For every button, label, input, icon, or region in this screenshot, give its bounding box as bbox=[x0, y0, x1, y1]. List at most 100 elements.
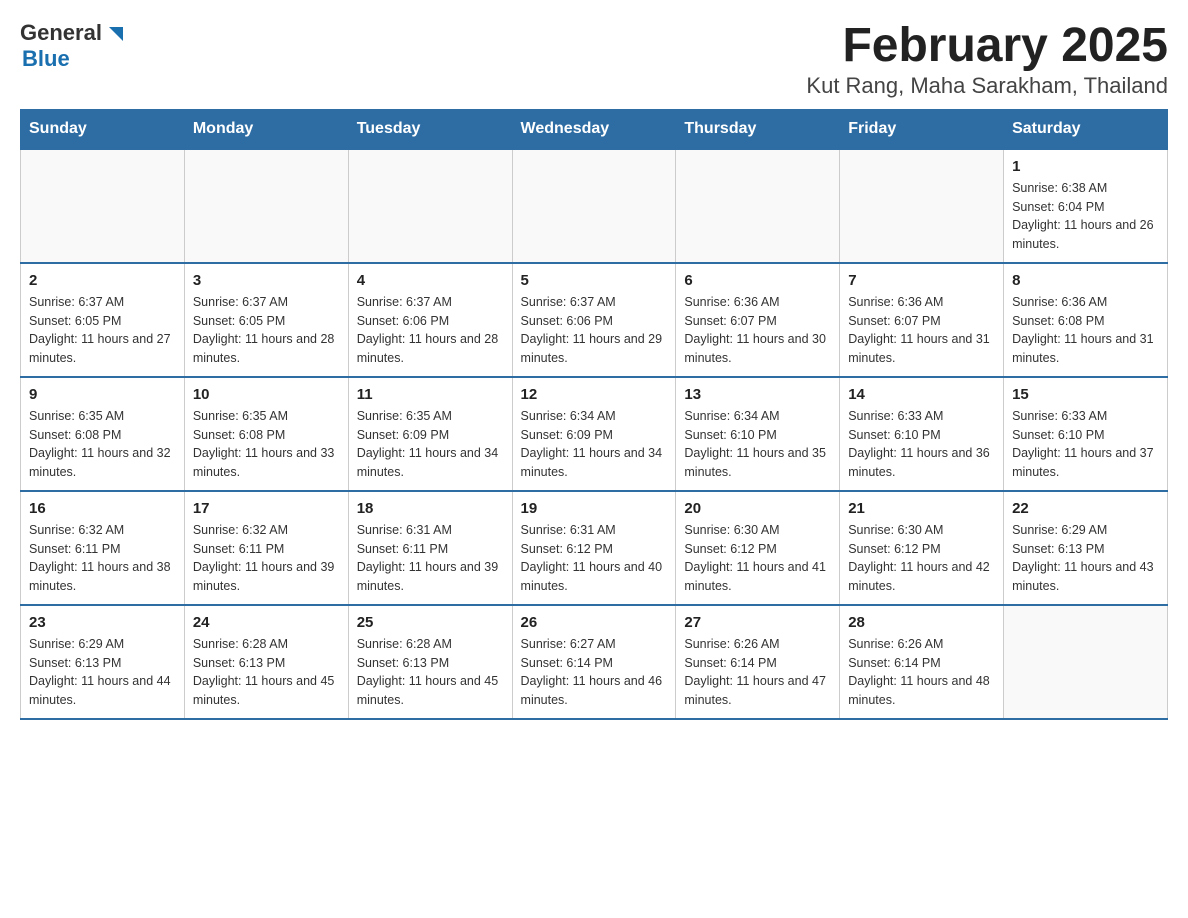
day-number: 13 bbox=[684, 386, 831, 403]
day-info: Sunrise: 6:28 AMSunset: 6:13 PMDaylight:… bbox=[357, 635, 504, 710]
day-number: 25 bbox=[357, 614, 504, 631]
table-row: 19 Sunrise: 6:31 AMSunset: 6:12 PMDayligh… bbox=[512, 491, 676, 605]
day-number: 14 bbox=[848, 386, 995, 403]
calendar-week-row: 23Sunrise: 6:29 AMSunset: 6:13 PMDayligh… bbox=[21, 605, 1168, 719]
table-row: 4Sunrise: 6:37 AMSunset: 6:06 PMDaylight… bbox=[348, 263, 512, 377]
day-info: Sunrise: 6:37 AMSunset: 6:05 PMDaylight:… bbox=[193, 293, 340, 368]
day-info: Sunrise: 6:30 AMSunset: 6:12 PMDaylight:… bbox=[684, 521, 831, 596]
day-info: Sunrise: 6:32 AMSunset: 6:11 PMDaylight:… bbox=[29, 521, 176, 596]
table-row: 27 Sunrise: 6:26 AMSunset: 6:14 PMDayligh… bbox=[676, 605, 840, 719]
day-info: Sunrise: 6:31 AMSunset: 6:11 PMDaylight:… bbox=[357, 521, 504, 596]
table-row: 28 Sunrise: 6:26 AMSunset: 6:14 PMDayligh… bbox=[840, 605, 1004, 719]
table-row: 11Sunrise: 6:35 AMSunset: 6:09 PMDayligh… bbox=[348, 377, 512, 491]
day-info: Sunrise: 6:35 AMSunset: 6:08 PMDaylight:… bbox=[193, 407, 340, 482]
table-row: 23Sunrise: 6:29 AMSunset: 6:13 PMDayligh… bbox=[21, 605, 185, 719]
calendar-title: February 2025 bbox=[806, 20, 1168, 73]
calendar-week-row: 9 Sunrise: 6:35 AMSunset: 6:08 PMDaylight… bbox=[21, 377, 1168, 491]
day-number: 21 bbox=[848, 500, 995, 517]
table-row: 10 Sunrise: 6:35 AMSunset: 6:08 PMDayligh… bbox=[184, 377, 348, 491]
day-number: 17 bbox=[193, 500, 340, 517]
day-info: Sunrise: 6:37 AMSunset: 6:06 PMDaylight:… bbox=[521, 293, 668, 368]
page-header: General Blue February 2025 Kut Rang, Mah… bbox=[20, 20, 1168, 99]
table-row: 18Sunrise: 6:31 AMSunset: 6:11 PMDayligh… bbox=[348, 491, 512, 605]
day-number: 6 bbox=[684, 272, 831, 289]
day-number: 15 bbox=[1012, 386, 1159, 403]
day-number: 26 bbox=[521, 614, 668, 631]
table-row bbox=[1004, 605, 1168, 719]
table-row: 22 Sunrise: 6:29 AMSunset: 6:13 PMDayligh… bbox=[1004, 491, 1168, 605]
day-number: 10 bbox=[193, 386, 340, 403]
logo-blue: Blue bbox=[22, 46, 70, 72]
col-saturday: Saturday bbox=[1004, 109, 1168, 149]
day-info: Sunrise: 6:38 AMSunset: 6:04 PMDaylight:… bbox=[1012, 179, 1159, 254]
table-row: 21 Sunrise: 6:30 AMSunset: 6:12 PMDayligh… bbox=[840, 491, 1004, 605]
day-number: 22 bbox=[1012, 500, 1159, 517]
calendar-week-row: 1 Sunrise: 6:38 AMSunset: 6:04 PMDaylight… bbox=[21, 149, 1168, 263]
day-info: Sunrise: 6:35 AMSunset: 6:09 PMDaylight:… bbox=[357, 407, 504, 482]
day-info: Sunrise: 6:37 AMSunset: 6:06 PMDaylight:… bbox=[357, 293, 504, 368]
day-info: Sunrise: 6:37 AMSunset: 6:05 PMDaylight:… bbox=[29, 293, 176, 368]
calendar-body: 1 Sunrise: 6:38 AMSunset: 6:04 PMDaylight… bbox=[21, 149, 1168, 719]
logo-triangle-icon bbox=[105, 23, 127, 45]
table-row: 24 Sunrise: 6:28 AMSunset: 6:13 PMDayligh… bbox=[184, 605, 348, 719]
day-number: 1 bbox=[1012, 158, 1159, 175]
day-info: Sunrise: 6:30 AMSunset: 6:12 PMDaylight:… bbox=[848, 521, 995, 596]
table-row: 9 Sunrise: 6:35 AMSunset: 6:08 PMDaylight… bbox=[21, 377, 185, 491]
col-wednesday: Wednesday bbox=[512, 109, 676, 149]
table-row bbox=[348, 149, 512, 263]
table-row: 1 Sunrise: 6:38 AMSunset: 6:04 PMDaylight… bbox=[1004, 149, 1168, 263]
day-number: 19 bbox=[521, 500, 668, 517]
title-block: February 2025 Kut Rang, Maha Sarakham, T… bbox=[806, 20, 1168, 99]
table-row bbox=[840, 149, 1004, 263]
day-info: Sunrise: 6:26 AMSunset: 6:14 PMDaylight:… bbox=[684, 635, 831, 710]
day-number: 2 bbox=[29, 272, 176, 289]
day-number: 9 bbox=[29, 386, 176, 403]
logo: General Blue bbox=[20, 20, 127, 72]
table-row bbox=[184, 149, 348, 263]
day-number: 12 bbox=[521, 386, 668, 403]
calendar-week-row: 16 Sunrise: 6:32 AMSunset: 6:11 PMDayligh… bbox=[21, 491, 1168, 605]
day-info: Sunrise: 6:33 AMSunset: 6:10 PMDaylight:… bbox=[848, 407, 995, 482]
table-row: 20 Sunrise: 6:30 AMSunset: 6:12 PMDayligh… bbox=[676, 491, 840, 605]
day-info: Sunrise: 6:29 AMSunset: 6:13 PMDaylight:… bbox=[29, 635, 176, 710]
table-row: 12 Sunrise: 6:34 AMSunset: 6:09 PMDayligh… bbox=[512, 377, 676, 491]
day-info: Sunrise: 6:29 AMSunset: 6:13 PMDaylight:… bbox=[1012, 521, 1159, 596]
day-info: Sunrise: 6:33 AMSunset: 6:10 PMDaylight:… bbox=[1012, 407, 1159, 482]
day-number: 20 bbox=[684, 500, 831, 517]
table-row: 25 Sunrise: 6:28 AMSunset: 6:13 PMDayligh… bbox=[348, 605, 512, 719]
calendar-week-row: 2 Sunrise: 6:37 AMSunset: 6:05 PMDaylight… bbox=[21, 263, 1168, 377]
table-row bbox=[512, 149, 676, 263]
day-info: Sunrise: 6:34 AMSunset: 6:10 PMDaylight:… bbox=[684, 407, 831, 482]
day-number: 5 bbox=[521, 272, 668, 289]
day-info: Sunrise: 6:36 AMSunset: 6:08 PMDaylight:… bbox=[1012, 293, 1159, 368]
day-info: Sunrise: 6:34 AMSunset: 6:09 PMDaylight:… bbox=[521, 407, 668, 482]
table-row: 14 Sunrise: 6:33 AMSunset: 6:10 PMDayligh… bbox=[840, 377, 1004, 491]
table-row: 3Sunrise: 6:37 AMSunset: 6:05 PMDaylight… bbox=[184, 263, 348, 377]
table-row: 15 Sunrise: 6:33 AMSunset: 6:10 PMDayligh… bbox=[1004, 377, 1168, 491]
day-number: 27 bbox=[684, 614, 831, 631]
table-row bbox=[21, 149, 185, 263]
day-number: 24 bbox=[193, 614, 340, 631]
col-friday: Friday bbox=[840, 109, 1004, 149]
col-sunday: Sunday bbox=[21, 109, 185, 149]
day-info: Sunrise: 6:36 AMSunset: 6:07 PMDaylight:… bbox=[848, 293, 995, 368]
day-number: 28 bbox=[848, 614, 995, 631]
table-row: 5 Sunrise: 6:37 AMSunset: 6:06 PMDaylight… bbox=[512, 263, 676, 377]
table-row bbox=[676, 149, 840, 263]
day-number: 7 bbox=[848, 272, 995, 289]
table-row: 2 Sunrise: 6:37 AMSunset: 6:05 PMDaylight… bbox=[21, 263, 185, 377]
col-thursday: Thursday bbox=[676, 109, 840, 149]
day-info: Sunrise: 6:28 AMSunset: 6:13 PMDaylight:… bbox=[193, 635, 340, 710]
day-number: 16 bbox=[29, 500, 176, 517]
day-number: 8 bbox=[1012, 272, 1159, 289]
table-row: 13 Sunrise: 6:34 AMSunset: 6:10 PMDayligh… bbox=[676, 377, 840, 491]
day-info: Sunrise: 6:26 AMSunset: 6:14 PMDaylight:… bbox=[848, 635, 995, 710]
col-monday: Monday bbox=[184, 109, 348, 149]
day-info: Sunrise: 6:36 AMSunset: 6:07 PMDaylight:… bbox=[684, 293, 831, 368]
table-row: 17Sunrise: 6:32 AMSunset: 6:11 PMDayligh… bbox=[184, 491, 348, 605]
day-info: Sunrise: 6:31 AMSunset: 6:12 PMDaylight:… bbox=[521, 521, 668, 596]
table-row: 7 Sunrise: 6:36 AMSunset: 6:07 PMDaylight… bbox=[840, 263, 1004, 377]
day-info: Sunrise: 6:35 AMSunset: 6:08 PMDaylight:… bbox=[29, 407, 176, 482]
table-row: 26Sunrise: 6:27 AMSunset: 6:14 PMDayligh… bbox=[512, 605, 676, 719]
table-row: 8 Sunrise: 6:36 AMSunset: 6:08 PMDaylight… bbox=[1004, 263, 1168, 377]
